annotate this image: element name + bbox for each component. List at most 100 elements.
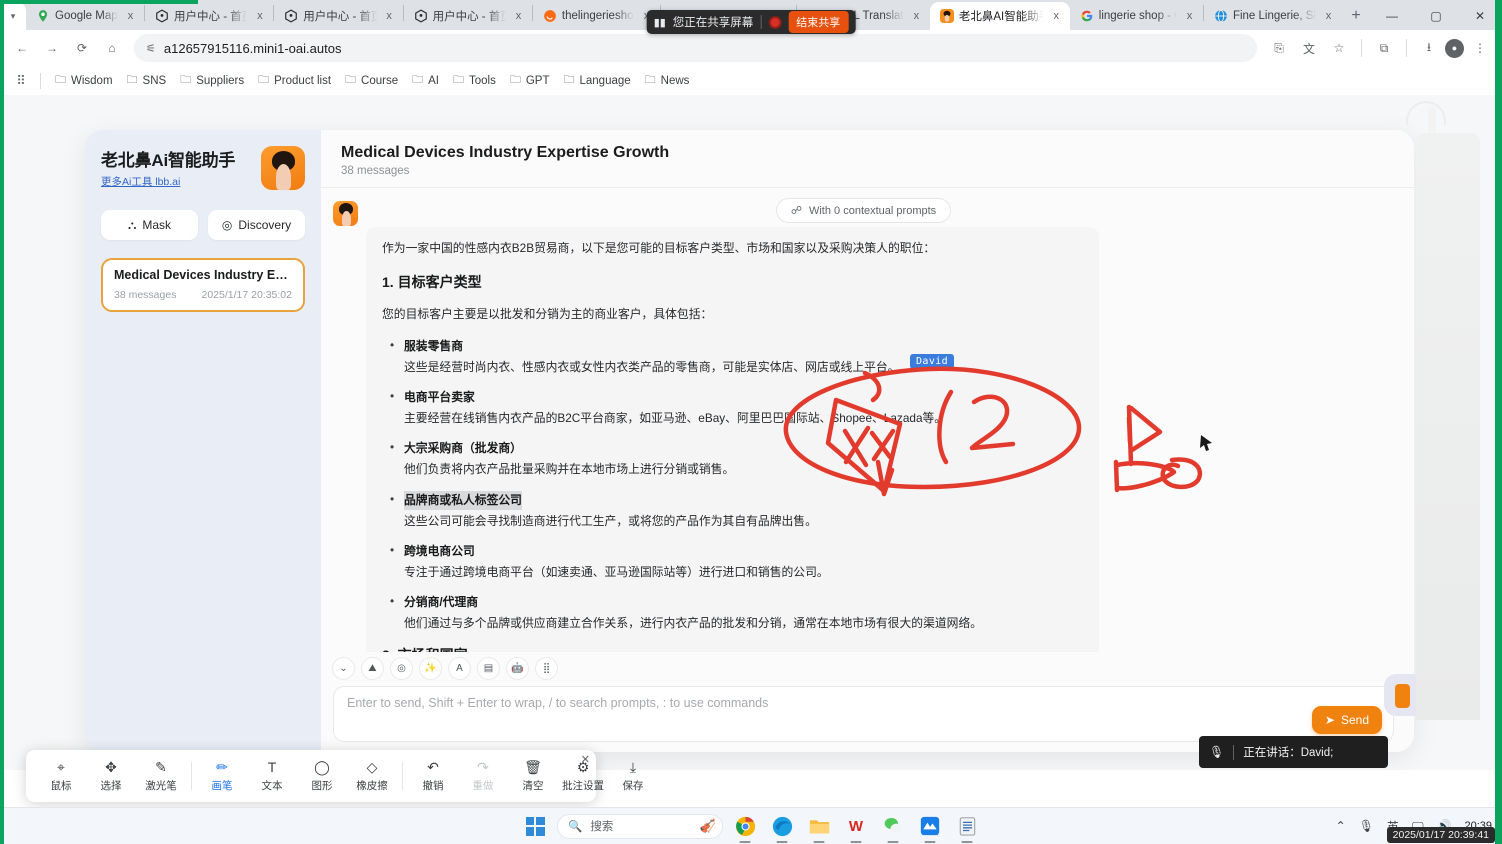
image-icon[interactable]: ⛰ [362,658,383,679]
right-side-panel[interactable] [1416,133,1480,720]
share-banner-text: 您正在共享屏幕 [673,14,754,30]
annotation-tool-text[interactable]: T文本 [247,759,297,793]
translate-icon[interactable]: 文 [1295,34,1323,62]
discovery-button[interactable]: ◎ Discovery [208,210,305,240]
browser-tab[interactable]: Fine Lingerie, Slex [1204,2,1342,30]
customer-type-item: 分销商/代理商他们通过与多个品牌或供应商建立合作关系，进行内衣产品的批发和分销，… [382,593,1083,633]
close-tab-icon[interactable]: x [1182,10,1197,22]
home-icon[interactable]: ⌂ [98,34,126,62]
bookmark-folder[interactable]: 🗀Language [557,68,636,93]
send-button[interactable]: ➤ Send [1312,706,1382,734]
folder-icon: 🗀 [563,71,574,90]
close-tab-icon[interactable]: x [252,10,267,22]
magic-wand-icon[interactable]: ✨ [420,658,441,679]
mask-button[interactable]: ⛬ Mask [101,210,198,240]
site-settings-icon[interactable]: ⚟ [146,42,156,55]
new-tab-button[interactable]: + [1342,2,1370,30]
close-tab-icon[interactable]: x [511,10,526,22]
browser-tab[interactable]: 用户中心 - 首页x [145,2,273,30]
minimize-button[interactable]: — [1370,2,1414,30]
taskbar-app-meeting[interactable] [915,811,945,841]
bookmark-folder[interactable]: 🗀SNS [121,68,173,93]
taskbar-app-file-explorer[interactable] [804,811,834,841]
browser-tab[interactable]: Google Mapsx [26,2,144,30]
taskbar-app-wechat[interactable] [878,811,908,841]
bookmark-folder[interactable]: 🗀Course [339,68,404,93]
layout-icon[interactable]: ▤ [478,658,499,679]
at-icon[interactable]: ◎ [391,658,412,679]
message-input[interactable]: Enter to send, Shift + Enter to wrap, / … [333,686,1394,742]
customer-type-desc: 他们负责将内衣产品批量采购并在本地市场上进行分销或销售。 [404,460,1083,479]
font-size-icon[interactable]: A [449,658,470,679]
close-tab-icon[interactable]: x [1049,10,1064,22]
annotation-tool-cursor[interactable]: ⌖鼠标 [36,759,86,793]
bookmark-folder[interactable]: 🗀Suppliers [174,68,250,93]
maximize-button[interactable]: ▢ [1414,2,1458,30]
sidebar-chat-item[interactable]: Medical Devices Industry Exp... 38 messa… [101,258,305,312]
chevron-up-icon[interactable]: ⌃ [1336,819,1346,833]
annotation-tool-download[interactable]: ⤓保存 [608,759,658,793]
bookmark-folder[interactable]: 🗀News [639,68,696,93]
app-running-indicator-4 [851,841,862,844]
browser-tab[interactable]: thelingerieshopx [533,2,660,30]
bookmark-folder[interactable]: 🗀Wisdom [49,68,119,93]
eraser-icon: ◇ [367,759,378,775]
extensions-icon[interactable]: ⧉ [1370,34,1398,62]
chat-item-message-count: 38 messages [114,289,176,301]
message-count: 38 messages [341,165,1388,177]
record-dot-icon[interactable] [768,16,781,29]
taskbar-app-chrome[interactable] [730,811,760,841]
reload-icon[interactable]: ⟳ [68,34,96,62]
collapse-down-icon[interactable]: ⌄ [333,658,354,679]
folder-icon: 🗀 [55,71,66,90]
annotation-tool-move[interactable]: ✥选择 [86,759,136,793]
profile-icon[interactable]: ● [1445,39,1464,58]
annotation-tool-undo[interactable]: ↶撤销 [408,759,458,793]
bookmark-folder[interactable]: 🗀Product list [252,68,337,93]
stop-sharing-button[interactable]: 结束共享 [788,11,848,33]
close-tab-icon[interactable]: x [1321,10,1336,22]
grid-apps-icon[interactable]: ⣿ [536,658,557,679]
bookmark-folder[interactable]: 🗀Tools [447,68,502,93]
annotation-tool-eraser[interactable]: ◇橡皮擦 [347,759,397,793]
annotation-tool-label: 图形 [312,778,333,793]
browser-tab-active[interactable]: 老北鼻AI智能助手x [930,2,1070,30]
address-bar[interactable]: ⚟ a12657915116.mini1-oai.autos [134,34,1257,62]
bookmark-folder[interactable]: 🗀AI [406,68,445,93]
close-tab-icon[interactable]: x [123,10,138,22]
apps-grid-icon[interactable]: ⠿ [10,70,32,92]
assistant-message-bubble: 作为一家中国的性感内衣B2B贸易商，以下是您可能的目标客户类型、市场和国家以及采… [366,227,1099,652]
close-tab-icon[interactable]: x [909,10,924,22]
browser-tab[interactable]: lingerie shop - Gx [1070,2,1203,30]
close-annotation-toolbar-button[interactable]: ✕ [581,753,590,766]
bookmark-star-icon[interactable]: ☆ [1325,34,1353,62]
taskbar-app-wps[interactable]: W [841,811,871,841]
text-icon: T [268,759,277,775]
taskbar-app-edge[interactable] [767,811,797,841]
annotation-tool-shape-circle[interactable]: ◯图形 [297,759,347,793]
microphone-icon-tray[interactable]: 🎙 [1359,819,1374,833]
back-icon[interactable]: ← [8,34,36,62]
start-button[interactable] [520,811,550,841]
annotation-tool-trash[interactable]: 🗑清空 [508,759,558,793]
taskbar-search[interactable]: 🔍 搜索 🎻 [557,814,723,839]
annotation-tool-laser-pointer[interactable]: ✎激光笔 [136,759,186,793]
downloads-icon[interactable]: ⭳ [1415,34,1443,62]
robot-icon[interactable]: 🤖 [507,658,528,679]
bookmark-label: Course [361,75,398,87]
annotation-tool-pen[interactable]: ✏画笔 [197,759,247,793]
install-icon[interactable]: ⎘ [1265,34,1293,62]
browser-tab[interactable]: 用户中心 - 首页x [274,2,402,30]
folder-icon: 🗀 [412,71,423,90]
taskbar-app-notes[interactable] [952,811,982,841]
wechat-icon [883,816,903,836]
contextual-prompts-pill[interactable]: ☍ With 0 contextual prompts [776,198,951,223]
customer-type-title: 电商平台卖家 [404,388,475,407]
forward-icon[interactable]: → [38,34,66,62]
bookmark-folder[interactable]: 🗀GPT [504,68,556,93]
more-tools-link[interactable]: 更多Ai工具 lbb.ai [101,174,180,189]
browser-tab[interactable]: 用户中心 - 首页x [404,2,532,30]
close-tab-icon[interactable]: x [382,10,397,22]
folder-icon: 🗀 [258,71,269,90]
menu-icon[interactable]: ⋮ [1466,34,1494,62]
